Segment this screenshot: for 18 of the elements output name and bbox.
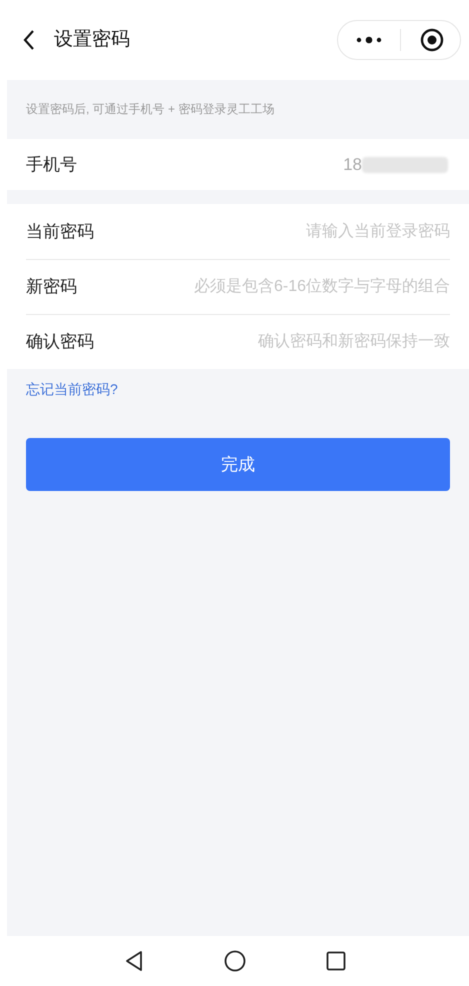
password-field[interactable]: 请输入当前登录密码	[102, 220, 450, 244]
recents-nav-icon[interactable]	[326, 951, 346, 971]
close-icon[interactable]	[420, 28, 444, 52]
field-label: 当前密码	[26, 220, 94, 243]
field-label: 新密码	[26, 276, 77, 298]
page-title: 设置密码	[54, 28, 130, 52]
submit-button[interactable]: 完成	[26, 438, 450, 491]
notice-text: 设置密码后, 可通过手机号 + 密码登录灵工工场	[25, 101, 276, 118]
phone-value: 18	[343, 154, 362, 176]
back-nav-icon[interactable]	[124, 950, 144, 972]
back-icon[interactable]	[22, 29, 36, 51]
password-field[interactable]: 必须是包含6-16位数字与字母的组合	[85, 275, 450, 299]
forgot-password-link[interactable]: 忘记当前密码?	[26, 379, 118, 400]
field-label: 确认密码	[26, 331, 94, 354]
phone-label: 手机号	[26, 154, 77, 176]
password-field[interactable]: 确认密码和新密码保持一致	[102, 330, 450, 354]
home-nav-icon[interactable]	[224, 950, 246, 972]
more-icon[interactable]	[356, 36, 382, 44]
